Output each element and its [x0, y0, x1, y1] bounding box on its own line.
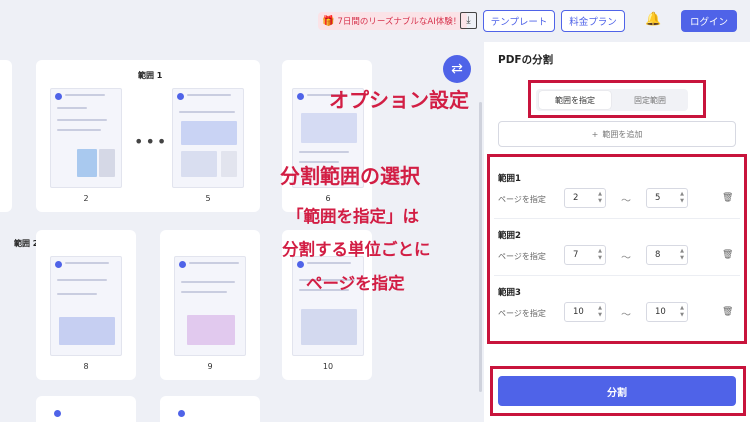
gift-icon: 🎁 — [322, 15, 335, 27]
check-icon — [297, 93, 304, 100]
check-icon — [297, 261, 304, 268]
check-icon — [179, 261, 186, 268]
swap-icon[interactable]: ⇄ — [443, 55, 471, 83]
annotation-desc-line2: 分割する単位ごとに — [282, 240, 431, 259]
page-thumbnail[interactable] — [50, 256, 122, 356]
page-number: 6 — [325, 194, 331, 203]
check-icon — [177, 93, 184, 100]
check-icon — [55, 93, 62, 100]
promo-banner[interactable]: 🎁 7日間のリーズナブルなAI体験！ — [318, 12, 468, 30]
promo-text: 7日間のリーズナブルなAI体験！ — [337, 17, 462, 27]
template-button[interactable]: テンプレート — [483, 10, 555, 32]
range-group-2-page: 9 — [160, 230, 260, 380]
range-group-label: 範囲 1 — [138, 71, 163, 80]
page-number: 10 — [322, 362, 334, 371]
add-range-label: 範囲を追加 — [602, 129, 643, 139]
range-group-label: 範囲 2 — [14, 239, 39, 248]
page-thumbnail[interactable] — [50, 88, 122, 188]
page-number: 2 — [83, 194, 89, 203]
check-icon — [54, 410, 61, 417]
page-number: 5 — [205, 194, 211, 203]
range-group-1-page: 6 — [282, 60, 372, 212]
range-group-1: 範囲 1 2 ••• 5 — [36, 60, 260, 212]
pricing-button[interactable]: 料金プラン — [561, 10, 625, 32]
partial-page-card — [0, 60, 12, 212]
annotation-range-select: 分割範囲の選択 — [280, 164, 420, 188]
split-highlight-box — [490, 366, 746, 416]
range-group-2-page: 8 — [36, 230, 136, 380]
bell-icon[interactable]: 🔔 — [645, 12, 661, 27]
page-number: 9 — [207, 362, 213, 371]
scrollbar[interactable] — [479, 102, 482, 392]
panel-title: PDFの分割 — [498, 54, 554, 66]
annotation-option-setting: オプション設定 — [329, 88, 469, 112]
ellipsis: ••• — [134, 132, 169, 151]
page-thumbnail[interactable] — [172, 88, 244, 188]
partial-page-card — [160, 396, 260, 422]
plus-icon: + — [591, 129, 599, 139]
top-bar: 🎁 7日間のリーズナブルなAI体験！ ⤓ テンプレート 料金プラン 🔔 ログイン — [0, 0, 750, 42]
add-range-button[interactable]: + 範囲を追加 — [498, 121, 736, 147]
page-thumbnail[interactable] — [174, 256, 246, 356]
login-button[interactable]: ログイン — [681, 10, 737, 32]
option-highlight-box — [528, 80, 706, 118]
check-icon — [55, 261, 62, 268]
partial-page-card — [36, 396, 136, 422]
download-icon[interactable]: ⤓ — [460, 12, 477, 29]
check-icon — [178, 410, 185, 417]
annotation-desc-line1: 「範囲を指定」は — [287, 207, 419, 226]
annotation-desc-line3: ページを指定 — [306, 274, 405, 293]
page-number: 8 — [83, 362, 89, 371]
range-highlight-box — [487, 154, 747, 344]
